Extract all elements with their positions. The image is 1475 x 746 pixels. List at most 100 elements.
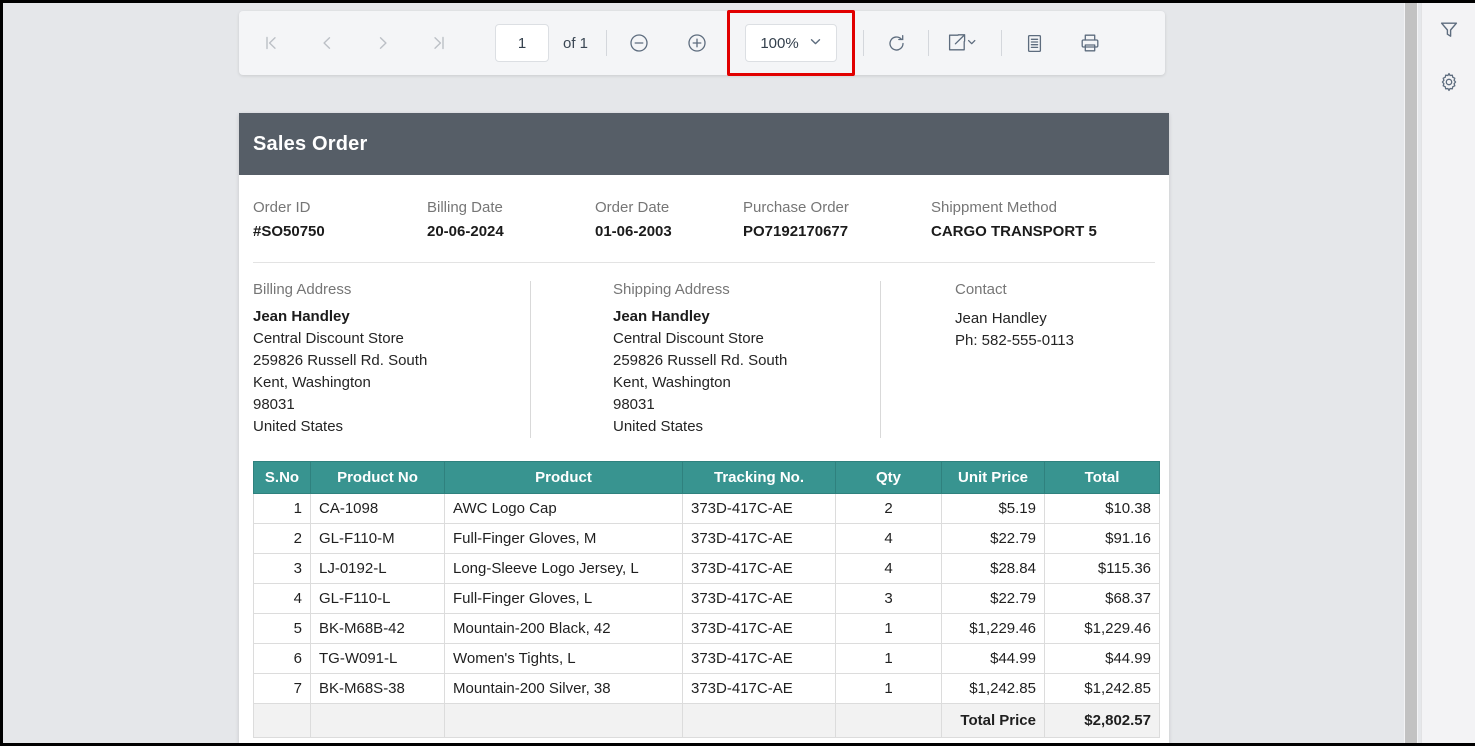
zoom-level-dropdown[interactable]: 100% — [745, 24, 838, 62]
page-number-input[interactable] — [495, 24, 549, 62]
shipping-address-line: Central Discount Store — [613, 330, 764, 347]
cell-product: Mountain-200 Silver, 38 — [444, 673, 683, 704]
refresh-button[interactable] — [878, 25, 914, 61]
cell-sno: 5 — [253, 613, 311, 644]
cell-tracking: 373D-417C-AE — [682, 643, 836, 674]
cell-sno: 6 — [253, 643, 311, 674]
table-row: 2 GL-F110-M Full-Finger Gloves, M 373D-4… — [253, 523, 1160, 554]
cell-sno: 1 — [253, 493, 311, 524]
zoom-out-icon — [628, 32, 650, 54]
meta-label: Order ID — [253, 199, 311, 216]
total-spacer — [682, 703, 836, 738]
cell-product: Full-Finger Gloves, L — [444, 583, 683, 614]
cell-qty: 3 — [835, 583, 942, 614]
column-header-sno[interactable]: S.No — [253, 461, 311, 494]
meta-label: Shippment Method — [931, 199, 1057, 216]
shipping-address-title: Shipping Address — [613, 281, 730, 298]
cell-sno: 4 — [253, 583, 311, 614]
meta-label: Order Date — [595, 199, 670, 216]
contact-phone: Ph: 582-555-0113 — [955, 332, 1074, 349]
total-spacer — [835, 703, 942, 738]
zoom-out-button[interactable] — [621, 25, 657, 61]
page-count-label: of 1 — [563, 34, 589, 52]
meta-label: Billing Date — [427, 199, 503, 216]
document-body: Order ID #SO50750 Billing Date 20-06-202… — [239, 175, 1169, 738]
column-header-unit-price[interactable]: Unit Price — [941, 461, 1045, 494]
cell-total: $10.38 — [1044, 493, 1160, 524]
next-page-button[interactable] — [365, 25, 401, 61]
settings-panel-button[interactable] — [1432, 65, 1466, 99]
contact-title: Contact — [955, 281, 1007, 298]
cell-product-no: GL-F110-M — [310, 523, 445, 554]
cell-product-no: CA-1098 — [310, 493, 445, 524]
toolbar-separator-3 — [928, 30, 930, 56]
parameters-panel-button[interactable] — [1432, 13, 1466, 47]
toolbar-separator-2 — [863, 30, 865, 56]
cell-tracking: 373D-417C-AE — [682, 613, 836, 644]
cell-tracking: 373D-417C-AE — [682, 553, 836, 584]
cell-product-no: BK-M68S-38 — [310, 673, 445, 704]
cell-unit-price: $44.99 — [941, 643, 1045, 674]
billing-address-name: Jean Handley — [253, 308, 350, 325]
total-spacer — [310, 703, 445, 738]
billing-address-line: United States — [253, 418, 344, 435]
zoom-level-container: 100% — [727, 10, 856, 76]
cell-unit-price: $5.19 — [941, 493, 1045, 524]
cell-qty: 1 — [835, 673, 942, 704]
column-header-total[interactable]: Total — [1044, 461, 1160, 494]
page-title: Sales Order — [253, 132, 368, 155]
table-total-row: Total Price $2,802.57 — [253, 703, 1160, 738]
shipping-address-name: Jean Handley — [613, 308, 710, 325]
print-button[interactable] — [1072, 25, 1108, 61]
document-scroll-area[interactable]: of 1 100% — [3, 3, 1407, 743]
cell-tracking: 373D-417C-AE — [682, 523, 836, 554]
column-header-product[interactable]: Product — [444, 461, 683, 494]
chevron-right-icon — [374, 34, 392, 52]
cell-sno: 7 — [253, 673, 311, 704]
cell-total: $91.16 — [1044, 523, 1160, 554]
refresh-icon — [886, 33, 907, 54]
table-header-row: S.No Product No Product Tracking No. Qty… — [253, 461, 1160, 494]
column-header-product-no[interactable]: Product No — [310, 461, 445, 494]
export-button[interactable] — [939, 25, 985, 61]
total-spacer — [444, 703, 683, 738]
toolbar-separator — [606, 30, 608, 56]
cell-total: $44.99 — [1044, 643, 1160, 674]
column-header-qty[interactable]: Qty — [835, 461, 942, 494]
last-page-button[interactable] — [421, 25, 457, 61]
cell-unit-price: $1,242.85 — [941, 673, 1045, 704]
table-row: 5 BK-M68B-42 Mountain-200 Black, 42 373D… — [253, 613, 1160, 644]
cell-tracking: 373D-417C-AE — [682, 493, 836, 524]
cell-unit-price: $22.79 — [941, 523, 1045, 554]
meta-value: CARGO TRANSPORT 5 — [931, 223, 1097, 240]
cell-product: Mountain-200 Black, 42 — [444, 613, 683, 644]
cell-qty: 1 — [835, 613, 942, 644]
cell-total: $1,229.46 — [1044, 613, 1160, 644]
print-icon — [1079, 32, 1101, 54]
vertical-scrollbar-thumb[interactable] — [1405, 3, 1417, 743]
previous-page-button[interactable] — [309, 25, 345, 61]
cell-total: $1,242.85 — [1044, 673, 1160, 704]
cell-unit-price: $1,229.46 — [941, 613, 1045, 644]
table-row: 7 BK-M68S-38 Mountain-200 Silver, 38 373… — [253, 673, 1160, 704]
zoom-level-value: 100% — [760, 34, 799, 52]
zoom-in-button[interactable] — [679, 25, 715, 61]
cell-product-no: LJ-0192-L — [310, 553, 445, 584]
report-viewer: of 1 100% — [0, 0, 1475, 746]
table-row: 6 TG-W091-L Women's Tights, L 373D-417C-… — [253, 643, 1160, 674]
filter-icon — [1438, 19, 1460, 41]
cell-sno: 2 — [253, 523, 311, 554]
billing-address-title: Billing Address — [253, 281, 352, 298]
meta-shipment-method: Shippment Method CARGO TRANSPORT 5 — [931, 199, 1097, 240]
table-row: 1 CA-1098 AWC Logo Cap 373D-417C-AE 2 $5… — [253, 493, 1160, 524]
meta-value: #SO50750 — [253, 223, 325, 240]
total-spacer — [253, 703, 311, 738]
column-header-tracking[interactable]: Tracking No. — [682, 461, 836, 494]
cell-qty: 2 — [835, 493, 942, 524]
order-items-table: S.No Product No Product Tracking No. Qty… — [253, 461, 1160, 738]
shipping-address-line: United States — [613, 418, 704, 435]
first-page-button[interactable] — [253, 25, 289, 61]
page-setup-button[interactable] — [1016, 25, 1052, 61]
cell-product: Long-Sleeve Logo Jersey, L — [444, 553, 683, 584]
billing-address-line: 98031 — [253, 396, 295, 413]
